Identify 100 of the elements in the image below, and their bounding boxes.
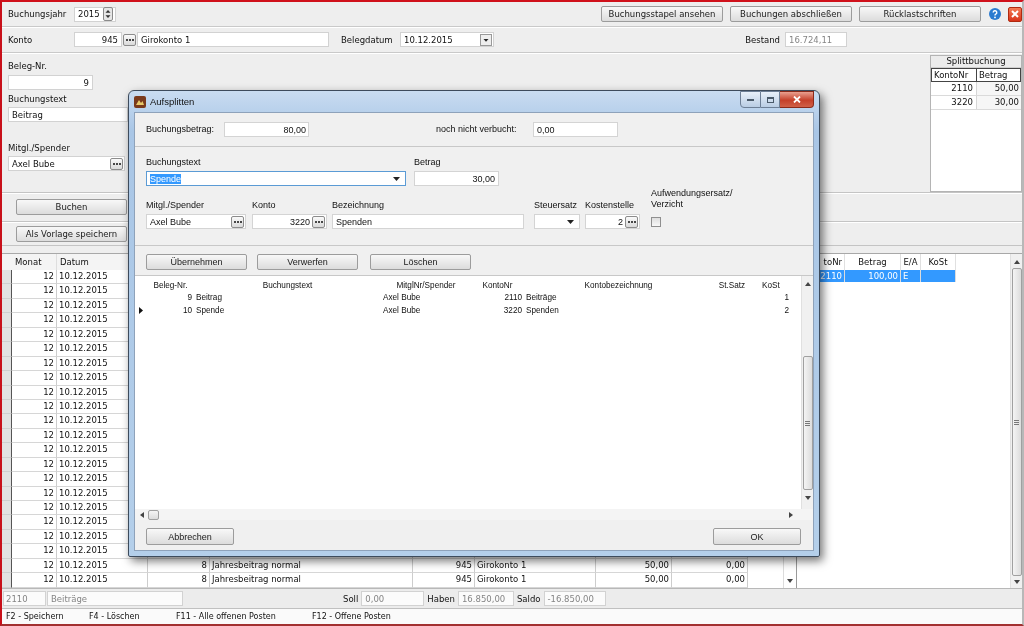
column-header[interactable]: Betrag xyxy=(858,257,887,267)
scrollbar-thumb[interactable] xyxy=(148,509,159,520)
input-field[interactable]: Beitrag xyxy=(8,107,128,122)
date-text: 10.12.2015 xyxy=(59,574,108,585)
row-header[interactable] xyxy=(2,298,12,314)
close-icon xyxy=(1011,10,1019,18)
input-field[interactable]: 80,00 xyxy=(224,122,309,137)
dialog-button[interactable]: OK xyxy=(713,528,801,545)
column-header[interactable]: St.Satz xyxy=(713,280,751,291)
input-field[interactable]: 30,00 xyxy=(414,171,499,186)
row-pointer-icon xyxy=(139,307,143,314)
scrollbar[interactable] xyxy=(801,276,813,509)
action-button[interactable]: Löschen xyxy=(370,254,471,270)
toolbar-button[interactable]: Buchungen abschließen xyxy=(730,6,852,22)
column-header[interactable]: Kontobezeichnung xyxy=(524,280,713,291)
spin-arrows-icon[interactable] xyxy=(103,7,113,21)
row-header[interactable] xyxy=(2,371,12,386)
table-cell-text: Beiträge xyxy=(525,292,558,303)
row-header[interactable] xyxy=(2,284,12,299)
scrollbar-thumb[interactable] xyxy=(802,356,813,490)
input-field[interactable]: 3220 xyxy=(252,214,327,229)
close-button[interactable] xyxy=(1008,6,1022,22)
column-header[interactable]: Betrag xyxy=(977,69,1020,81)
row-header[interactable] xyxy=(2,544,12,559)
field-label: Buchungstext xyxy=(146,157,202,168)
caret-down-icon[interactable] xyxy=(393,176,400,181)
scroll-left-icon[interactable] xyxy=(140,511,144,518)
column-header[interactable]: Beleg-Nr. xyxy=(147,280,194,291)
year-spinner[interactable]: 2015 xyxy=(74,6,116,22)
book-button[interactable]: Buchen xyxy=(16,199,127,215)
help-icon[interactable] xyxy=(989,8,1001,20)
browse-button[interactable] xyxy=(110,157,123,170)
save-template-button[interactable]: Als Vorlage speichern xyxy=(16,225,127,242)
column-header[interactable]: KontoNr xyxy=(471,280,524,291)
row-header[interactable] xyxy=(2,356,12,372)
row-header[interactable] xyxy=(2,529,12,545)
input-field[interactable]: 9 xyxy=(8,75,93,90)
scroll-right-icon[interactable] xyxy=(789,511,793,518)
combo-box[interactable] xyxy=(534,214,580,229)
scrollbar[interactable] xyxy=(135,509,813,520)
input-field[interactable]: 0,00 xyxy=(533,122,618,137)
toolbar-button[interactable]: Rücklastschriften xyxy=(859,6,981,22)
table-cell-text: Spenden xyxy=(525,305,560,316)
caret-down-icon[interactable] xyxy=(567,219,574,224)
account-number-text: 945 xyxy=(455,574,472,585)
minimize-button[interactable] xyxy=(740,91,761,108)
row-header[interactable] xyxy=(2,573,12,588)
row-header[interactable] xyxy=(2,414,12,429)
row-header[interactable] xyxy=(2,515,12,530)
scroll-down-icon[interactable] xyxy=(1013,580,1020,584)
row-header[interactable] xyxy=(2,457,12,473)
field-label: Kostenstelle xyxy=(585,200,636,211)
scroll-up-icon[interactable] xyxy=(1013,260,1020,264)
row-header[interactable] xyxy=(2,342,12,357)
caret-down-icon[interactable] xyxy=(480,33,492,46)
close-button[interactable] xyxy=(780,91,814,108)
input-field[interactable]: 2 xyxy=(585,214,640,229)
date-text: 10.12.2015 xyxy=(59,400,108,411)
input-field[interactable]: 945 xyxy=(74,32,122,47)
column-header[interactable]: toNr xyxy=(823,257,842,267)
column-header[interactable]: E/A xyxy=(903,257,918,267)
column-header[interactable]: KoSt xyxy=(751,280,791,291)
scrollbar[interactable] xyxy=(1010,254,1022,588)
browse-button[interactable] xyxy=(312,215,325,228)
column-header[interactable]: Datum xyxy=(60,257,89,267)
row-header[interactable] xyxy=(2,443,12,458)
column-header[interactable]: MitglNr/Spender xyxy=(381,280,471,291)
input-field[interactable]: Spenden xyxy=(332,214,524,229)
row-header[interactable] xyxy=(2,270,12,285)
row-header[interactable] xyxy=(2,486,12,501)
column-header[interactable]: KoSt xyxy=(928,257,948,267)
row-header[interactable] xyxy=(2,501,12,516)
input-field[interactable]: Axel Bube xyxy=(8,156,125,171)
row-header[interactable] xyxy=(2,428,12,444)
row-header[interactable] xyxy=(2,313,12,328)
table-cell-text: Spende xyxy=(195,305,226,316)
dialog-button[interactable]: Abbrechen xyxy=(146,528,234,545)
toolbar-button[interactable]: Buchungsstapel ansehen xyxy=(601,6,723,22)
browse-button[interactable] xyxy=(231,215,244,228)
column-header[interactable]: Monat xyxy=(15,257,42,267)
row-header[interactable] xyxy=(2,558,12,574)
scrollbar-thumb[interactable] xyxy=(1011,268,1022,576)
browse-button[interactable] xyxy=(123,33,136,46)
month-text: 12 xyxy=(43,271,54,281)
action-button[interactable]: Verwerfen xyxy=(257,254,358,270)
date-field[interactable]: 10.12.2015 xyxy=(400,32,494,47)
scroll-down-icon[interactable] xyxy=(804,496,811,500)
column-header[interactable]: KontoNr xyxy=(932,69,977,81)
checkbox[interactable] xyxy=(651,217,661,227)
input-field[interactable]: Girokonto 1 xyxy=(137,32,329,47)
column-header[interactable]: Buchungstext xyxy=(194,280,381,291)
row-header[interactable] xyxy=(2,472,12,487)
row-header[interactable] xyxy=(2,399,12,415)
input-field[interactable]: Axel Bube xyxy=(146,214,246,229)
scroll-down-icon[interactable] xyxy=(787,579,793,583)
action-button[interactable]: Übernehmen xyxy=(146,254,247,270)
row-header[interactable] xyxy=(2,385,12,400)
row-header[interactable] xyxy=(2,327,12,343)
browse-button[interactable] xyxy=(625,215,638,228)
maximize-button[interactable] xyxy=(761,91,780,108)
